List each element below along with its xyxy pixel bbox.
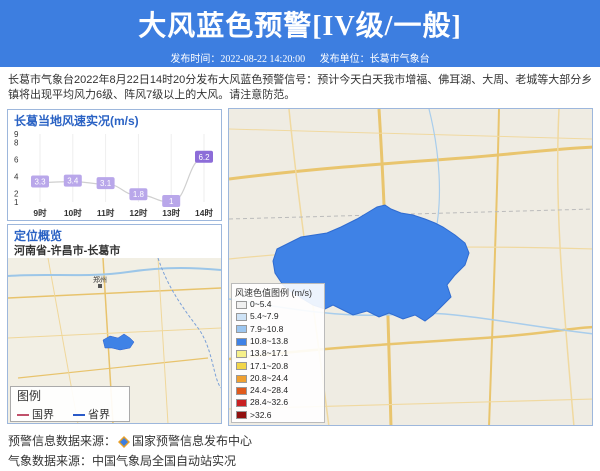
- wind-legend-label: 20.8~24.4: [250, 372, 289, 383]
- wind-legend-swatch: [236, 349, 247, 358]
- wind-legend-label: 5.4~7.9: [250, 311, 279, 322]
- overview-legend-title: 图例: [17, 389, 42, 403]
- y-tick-label: 2: [14, 190, 19, 199]
- wind-legend-label: 17.1~20.8: [250, 360, 289, 371]
- page-title: 大风蓝色预警[IV级/一般]: [138, 11, 462, 42]
- warning-source-org[interactable]: 国家预警信息发布中心: [132, 434, 252, 448]
- wind-legend-item: 17.1~20.8: [236, 361, 288, 372]
- wind-legend-label: >32.6: [250, 409, 272, 420]
- x-tick-label: 11时: [97, 208, 115, 218]
- wind-legend-item: 13.8~17.1: [236, 348, 288, 359]
- wind-legend-item: 0~5.4: [236, 299, 272, 310]
- legend-item-national-border: 国界: [17, 406, 54, 422]
- wind-legend-label: 0~5.4: [250, 299, 272, 309]
- x-tick-label: 12时: [129, 208, 147, 218]
- legend-item-provincial-border: 省界: [73, 406, 110, 422]
- wind-legend-swatch: [236, 399, 247, 408]
- wind-legend-label: 13.8~17.1: [250, 348, 289, 359]
- warning-source-label: 预警信息数据来源：: [8, 434, 117, 448]
- wind-legend-swatch: [236, 411, 247, 420]
- y-tick-label: 6: [14, 156, 19, 165]
- y-tick-label: 4: [14, 173, 19, 182]
- y-tick-label: 1: [14, 198, 19, 207]
- wind-legend-swatch: [236, 362, 247, 371]
- wind-data-label: 1: [169, 197, 174, 206]
- provincial-border-line-icon: [73, 414, 85, 417]
- wind-data-label: 3.1: [100, 179, 112, 188]
- wind-panel-title: 长葛当地风速实况(m/s): [14, 114, 139, 128]
- wind-legend-swatch: [236, 386, 247, 395]
- wind-legend-item: 5.4~7.9: [236, 311, 279, 322]
- wind-data-label: 6.2: [198, 153, 210, 162]
- wind-legend-item: 28.4~32.6: [236, 397, 288, 408]
- overview-map[interactable]: 郑州 图例 国界 省界: [8, 257, 221, 423]
- wind-data-label: 3.3: [34, 177, 46, 186]
- publish-time: 发布时间：2022-08-22 14:20:00: [170, 54, 306, 65]
- wind-legend-label: 24.4~28.4: [250, 385, 289, 396]
- y-tick-label: 8: [14, 139, 19, 148]
- wind-legend-label: 28.4~32.6: [250, 397, 289, 408]
- wind-color-legend: 风速色值图例 (m/s) 0~5.4 5.4~7.9 7.9~10.8 10.8~13…: [231, 283, 325, 423]
- x-tick-label: 14时: [195, 208, 213, 218]
- location-panel: 定位概览 河南省-许昌市-长葛市 郑州 图例 国界 省界: [7, 224, 222, 424]
- wind-legend-swatch: [236, 300, 247, 309]
- wind-data-label: 1.8: [133, 190, 145, 199]
- map-city-label: 郑州: [93, 276, 107, 284]
- wind-data-label: 3.4: [67, 177, 79, 186]
- footer-weather-source: 气象数据来源：中国气象局全国自动站实况: [8, 454, 237, 468]
- wind-legend-swatch: [236, 325, 247, 334]
- wind-legend-item: 10.8~13.8: [236, 336, 288, 347]
- header-banner: 大风蓝色预警[IV级/一般] 发布时间：2022-08-22 14:20:00 …: [0, 0, 600, 67]
- wind-legend-item: 7.9~10.8: [236, 324, 283, 335]
- wind-legend-swatch: [236, 337, 247, 346]
- y-tick-label: 9: [14, 130, 19, 139]
- wind-legend-item: >32.6: [236, 410, 272, 421]
- wind-legend-label: 7.9~10.8: [250, 323, 284, 334]
- x-tick-label: 10时: [64, 208, 82, 218]
- overview-legend: 图例 国界 省界: [10, 386, 130, 422]
- national-border-line-icon: [17, 414, 29, 417]
- warning-center-logo-icon: [118, 435, 131, 448]
- x-tick-label: 13时: [162, 208, 180, 218]
- publish-info: 发布时间：2022-08-22 14:20:00 发布单位：长葛市气象台: [0, 50, 600, 65]
- location-region: 河南省-许昌市-长葛市: [14, 245, 121, 257]
- warning-description: 长葛市气象台2022年8月22日14时20分发布大风蓝色预警信号：预计今天白天我…: [8, 74, 593, 101]
- wind-legend-item: 20.8~24.4: [236, 373, 288, 384]
- wind-legend-swatch: [236, 313, 247, 322]
- wind-legend-swatch: [236, 374, 247, 383]
- wind-speed-panel: 1 2 4 6 8 9 3.3 3.4 3.1 1.8 1 6.2 9时 10时 11时 12时 13时 14时 …: [7, 109, 222, 221]
- wind-legend-label: 10.8~13.8: [250, 335, 289, 346]
- publisher: 发布单位：长葛市气象台: [319, 54, 430, 65]
- wind-legend-item: 24.4~28.4: [236, 385, 288, 396]
- footer-warning-source: 预警信息数据来源： 国家预警信息发布中心: [8, 432, 252, 449]
- x-tick-label: 9时: [33, 208, 47, 218]
